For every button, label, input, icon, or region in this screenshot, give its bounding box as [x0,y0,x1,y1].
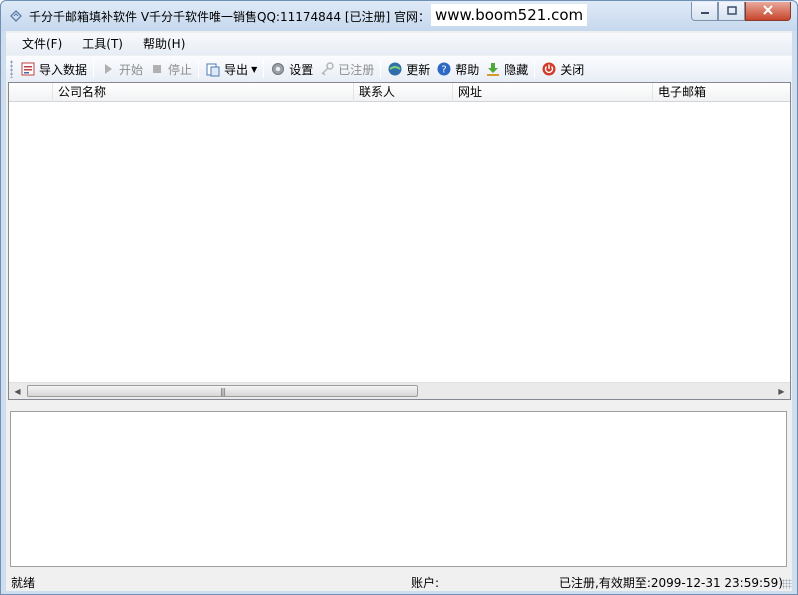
column-contact[interactable]: 联系人 [354,83,453,102]
export-button[interactable]: 导出 ▼ [202,58,260,80]
row-header-column[interactable] [9,83,53,102]
menu-file[interactable]: 文件(F) [14,33,70,55]
company-grid[interactable]: 公司名称 联系人 网址 电子邮箱 ◀ ||| ▶ [8,82,791,400]
log-textbox[interactable] [10,411,787,567]
import-icon [20,61,36,77]
toolbar-separator [93,60,95,78]
start-button[interactable]: 开始 [97,58,146,80]
toolbar-separator [198,60,200,78]
stop-label: 停止 [168,62,193,77]
window-title: 千分千邮箱填补软件 V千分千软件唯一销售QQ:11174844 [已注册] 官网… [29,10,431,24]
menu-tools[interactable]: 工具(T) [74,33,131,55]
update-button[interactable]: 更新 [384,58,433,80]
import-data-button[interactable]: 导入数据 [17,58,90,80]
resize-grip-icon[interactable] [782,579,792,589]
export-label: 导出 [224,62,249,77]
stop-button[interactable]: 停止 [146,58,195,80]
minimize-button[interactable] [691,2,718,21]
maximize-button[interactable] [718,2,745,21]
registered-button[interactable]: 已注册 [316,58,377,80]
close-app-button[interactable]: 关闭 [538,58,587,80]
grid-header: 公司名称 联系人 网址 电子邮箱 [9,83,790,102]
power-icon [541,61,557,77]
website-url: www.boom521.com [431,4,588,26]
svg-text:?: ? [442,65,447,76]
close-app-label: 关闭 [560,62,585,77]
app-logo-icon [9,9,23,23]
gear-icon [270,61,286,77]
update-label: 更新 [406,62,431,77]
toolbar-separator [534,60,536,78]
download-arrow-icon [485,61,501,77]
horizontal-scrollbar[interactable]: ◀ ||| ▶ [9,382,790,399]
scroll-right-icon[interactable]: ▶ [773,383,790,399]
help-button[interactable]: ? 帮助 [433,58,482,80]
hide-label: 隐藏 [504,62,529,77]
settings-label: 设置 [289,62,314,77]
caption-buttons [691,2,791,22]
menu-bar: 文件(F) 工具(T) 帮助(H) [6,33,792,55]
minimize-icon [700,4,710,18]
toolbar-separator [380,60,382,78]
toolbar-separator [263,60,265,78]
import-data-label: 导入数据 [39,62,88,77]
stop-icon [149,61,165,77]
help-label: 帮助 [455,62,480,77]
status-account: 账户: [411,576,440,590]
globe-icon [387,61,403,77]
app-window: 千分千邮箱填补软件 V千分千软件唯一销售QQ:11174844 [已注册] 官网… [0,0,798,595]
status-license: 已注册,有效期至:2099-12-31 23:59:59) [559,576,783,590]
column-email[interactable]: 电子邮箱 [653,83,790,102]
scrollbar-thumb[interactable]: ||| [27,385,418,397]
maximize-icon [726,4,737,18]
play-icon [100,61,116,77]
client-area: 文件(F) 工具(T) 帮助(H) 导入数据 开始 停止 导出 ▼ 设置 已注册… [6,31,792,591]
toolbar: 导入数据 开始 停止 导出 ▼ 设置 已注册 更新 ? 帮助 隐藏 关闭 [6,56,792,82]
registered-label: 已注册 [338,62,375,77]
settings-button[interactable]: 设置 [267,58,316,80]
menu-help[interactable]: 帮助(H) [135,33,193,55]
export-icon [205,61,221,77]
status-bar: 就绪 账户: 已注册,有效期至:2099-12-31 23:59:59) [6,571,792,591]
column-company-name[interactable]: 公司名称 [53,83,354,102]
column-website[interactable]: 网址 [453,83,653,102]
status-state: 就绪 [11,576,36,590]
close-icon [763,4,773,18]
title-bar[interactable]: 千分千邮箱填补软件 V千分千软件唯一销售QQ:11174844 [已注册] 官网… [1,1,797,31]
toolbar-grip[interactable] [10,60,13,78]
hide-button[interactable]: 隐藏 [482,58,531,80]
chevron-down-icon[interactable]: ▼ [251,65,257,74]
close-button[interactable] [745,2,791,21]
start-label: 开始 [119,62,144,77]
scroll-left-icon[interactable]: ◀ [9,383,26,399]
question-icon: ? [436,61,452,77]
key-icon [319,61,335,77]
